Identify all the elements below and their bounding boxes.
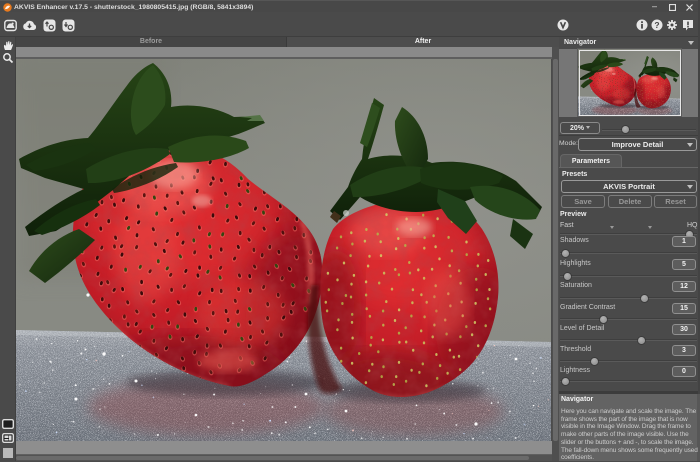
svg-text:?: ? xyxy=(654,20,659,30)
